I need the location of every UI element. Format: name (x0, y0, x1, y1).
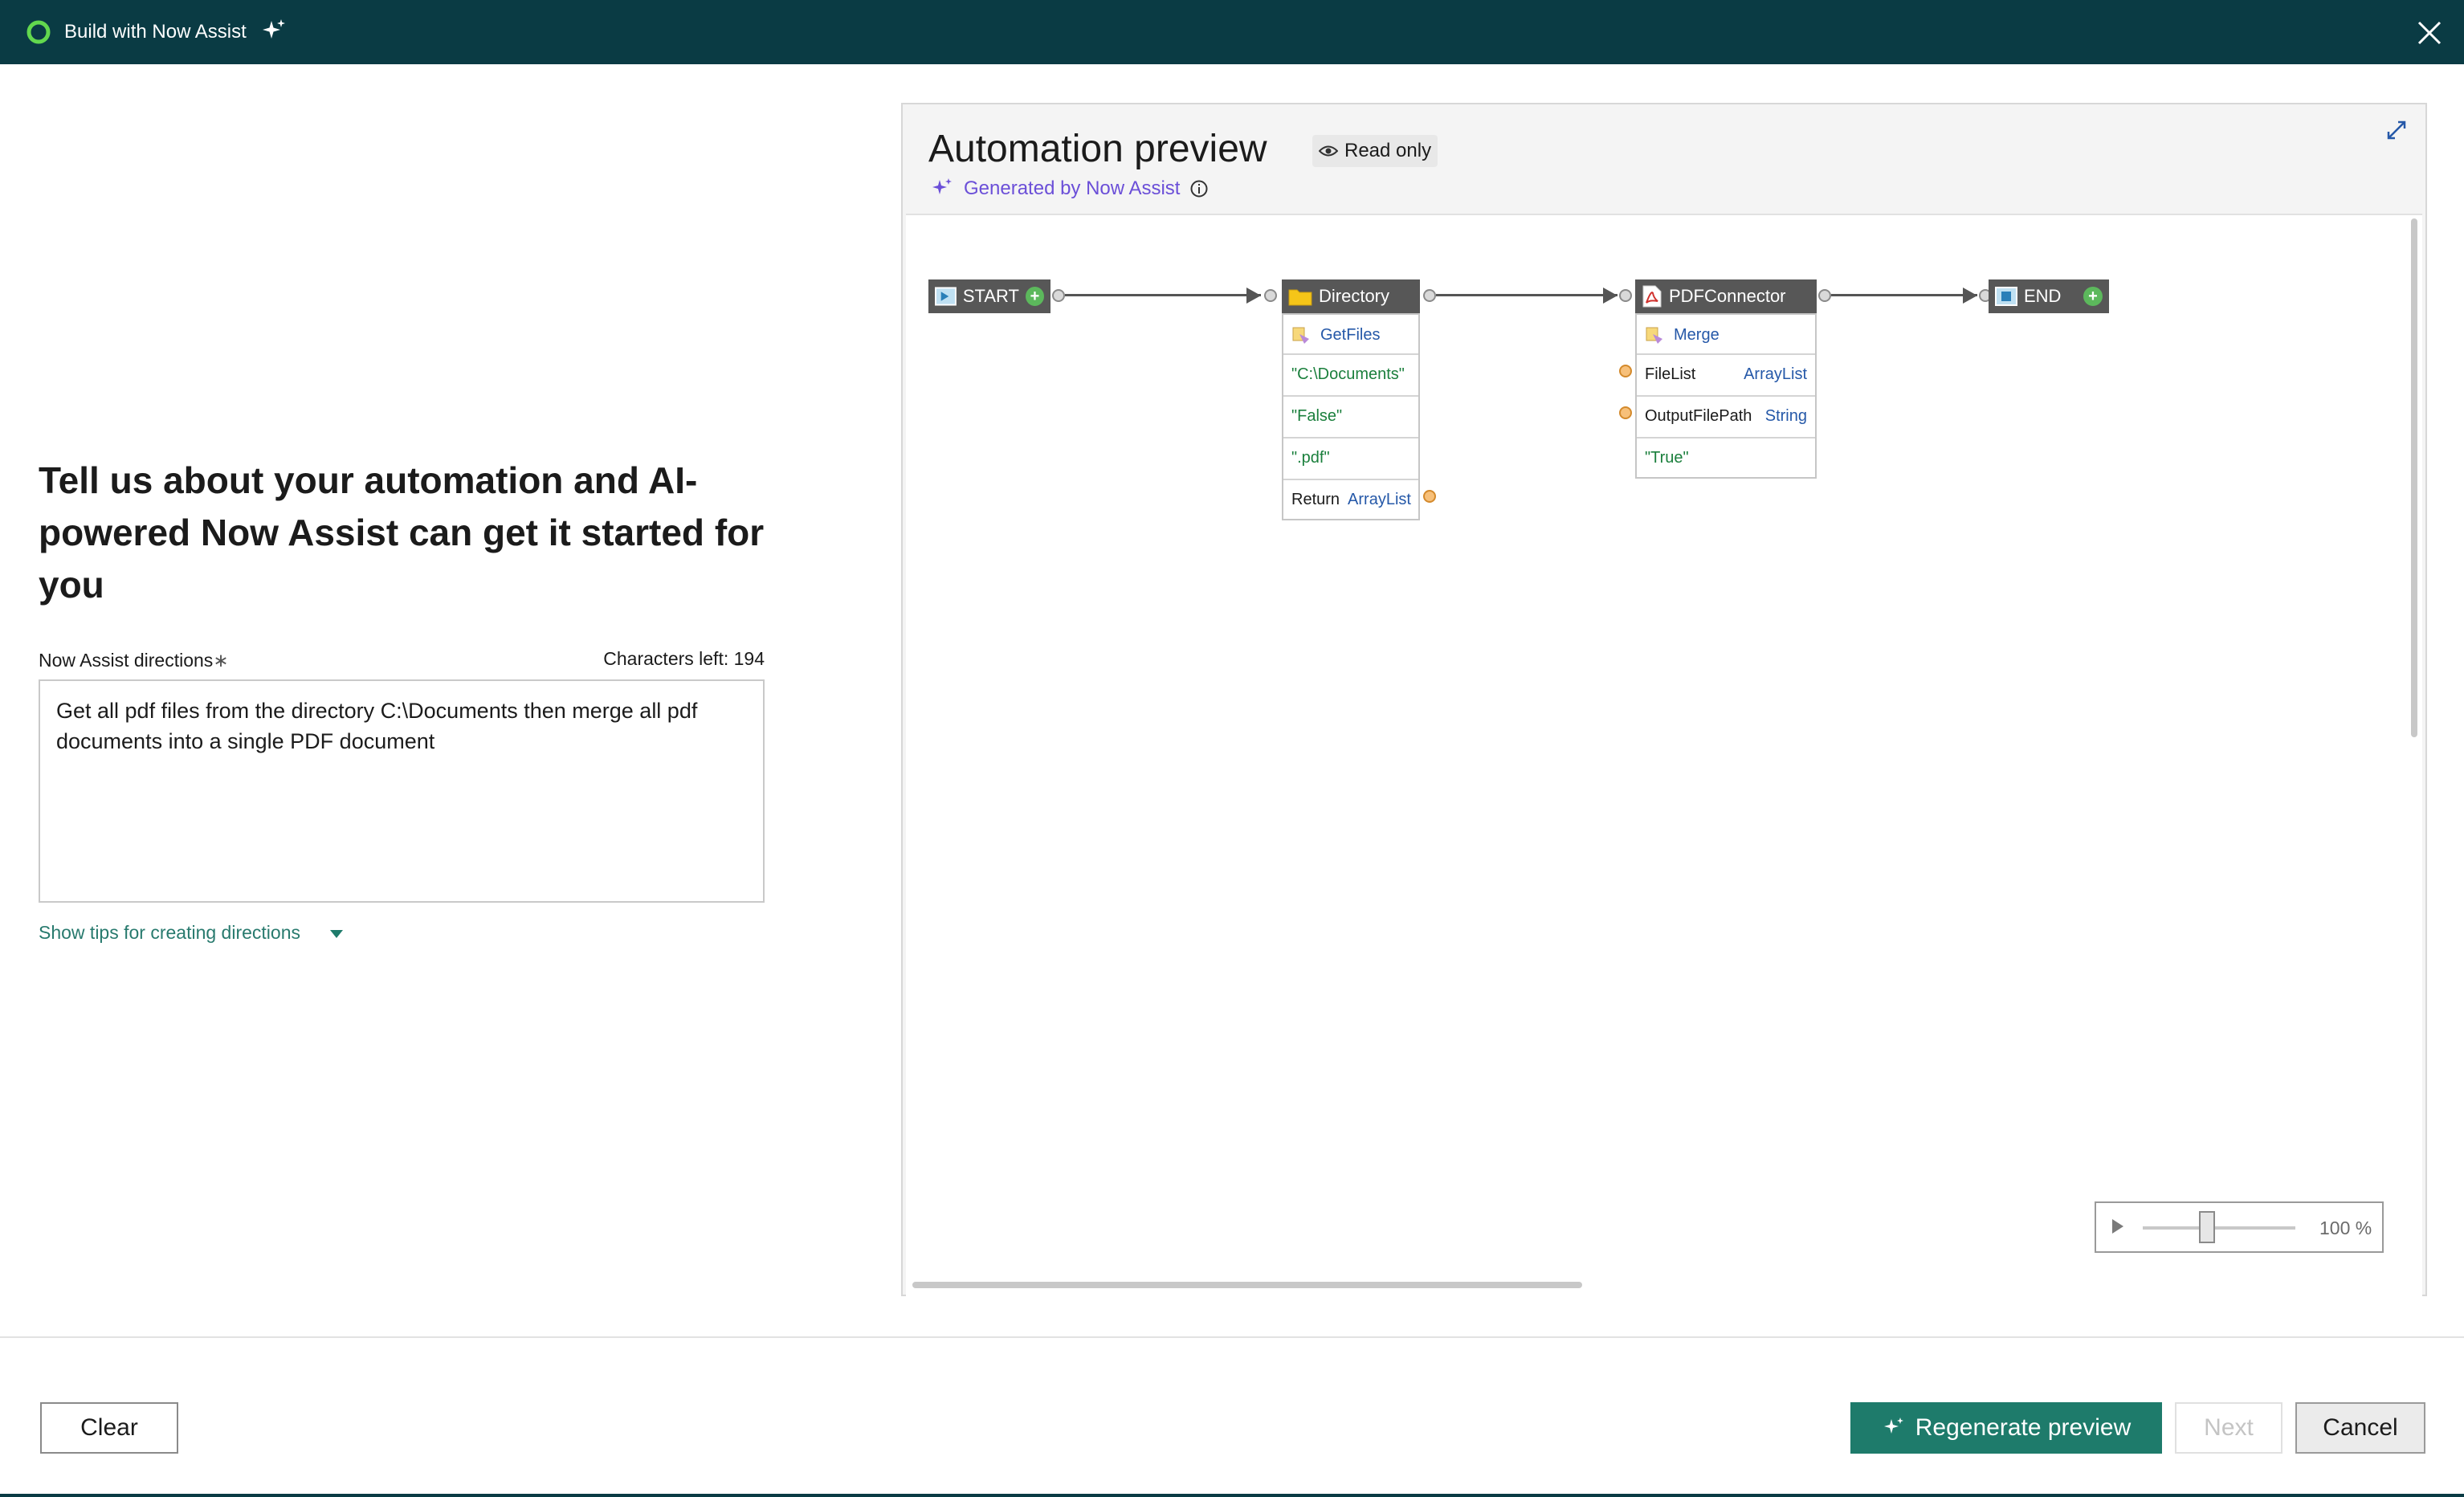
window-bottom-edge (0, 1494, 2464, 1497)
directions-label: Now Assist directions∗ (39, 647, 229, 673)
pdf-node-header[interactable]: PDFConnector (1635, 279, 1817, 313)
argument-value: "True" (1645, 448, 1689, 467)
parameter-name: OutputFilePath (1645, 406, 1752, 425)
argument-row[interactable]: "C:\Documents" (1283, 353, 1418, 394)
vertical-scrollbar[interactable] (2411, 218, 2417, 737)
directions-label-text: Now Assist directions (39, 650, 214, 671)
argument-row[interactable]: "False" (1283, 395, 1418, 435)
title-bar (0, 0, 2464, 64)
return-label: Return (1291, 490, 1340, 508)
return-row[interactable]: Return ArrayList (1283, 479, 1418, 519)
end-label: END (2024, 286, 2062, 306)
read-only-badge: Read only (1312, 135, 1438, 167)
expand-icon[interactable] (2384, 117, 2409, 143)
method-name: GetFiles (1320, 325, 1381, 344)
window-title: Build with Now Assist (64, 21, 247, 43)
show-tips-link[interactable]: Show tips for creating directions (39, 920, 300, 944)
start-icon (935, 287, 957, 306)
return-type: ArrayList (1348, 490, 1411, 508)
parameter-name: FileList (1645, 365, 1696, 383)
page-heading: Tell us about your automation and AI-pow… (39, 459, 765, 606)
output-port[interactable] (1052, 289, 1065, 302)
parameter-row[interactable]: FileList ArrayList (1637, 353, 1815, 394)
end-icon (1995, 287, 2017, 306)
pdf-title: PDFConnector (1669, 286, 1786, 306)
connector-line (1065, 294, 1261, 296)
regenerate-preview-button[interactable]: Regenerate preview (1850, 1402, 2162, 1454)
pdf-icon (1642, 285, 1662, 308)
start-label: START (962, 286, 1019, 306)
parameter-row[interactable]: OutputFilePath String (1637, 395, 1815, 435)
method-row[interactable]: GetFiles (1283, 315, 1418, 355)
start-node[interactable]: START + (928, 279, 1050, 313)
input-port[interactable] (1264, 289, 1277, 302)
method-name: Merge (1674, 325, 1719, 344)
input-port[interactable] (1619, 365, 1632, 377)
arrow-icon (1603, 288, 1618, 304)
connector-line (1831, 294, 1977, 296)
parameter-type: String (1764, 406, 1807, 425)
generated-by-label: Generated by Now Assist (964, 177, 1181, 199)
connector-line (1436, 294, 1618, 296)
output-port[interactable] (1818, 289, 1831, 302)
argument-row[interactable]: "True" (1637, 437, 1815, 477)
eye-icon (1319, 145, 1338, 157)
pdf-node-body[interactable]: Merge FileList ArrayList OutputFilePath … (1635, 313, 1817, 479)
output-port[interactable] (1423, 289, 1436, 302)
zoom-slider-thumb[interactable] (2199, 1211, 2215, 1243)
directions-input[interactable] (39, 679, 765, 903)
directory-node-body[interactable]: GetFiles "C:\Documents" "False" ".pdf" R… (1282, 313, 1420, 520)
arrow-icon (1963, 288, 1977, 304)
input-port[interactable] (1619, 289, 1632, 302)
play-icon[interactable] (2112, 1219, 2123, 1234)
footer-divider (0, 1336, 2464, 1338)
return-port[interactable] (1423, 490, 1436, 503)
directory-title: Directory (1319, 286, 1390, 306)
sparkle-icon (263, 19, 285, 39)
clear-button[interactable]: Clear (40, 1402, 178, 1454)
argument-value: "False" (1291, 406, 1343, 425)
method-icon (1646, 327, 1662, 344)
horizontal-scrollbar[interactable] (912, 1282, 1582, 1288)
argument-value: ".pdf" (1291, 448, 1330, 467)
zoom-level: 100 % (2319, 1218, 2372, 1238)
arrow-icon (1246, 288, 1261, 304)
folder-icon (1288, 289, 1312, 306)
method-row[interactable]: Merge (1637, 315, 1815, 355)
parameter-type: ArrayList (1744, 365, 1807, 383)
now-logo-icon (27, 20, 51, 44)
info-icon[interactable] (1189, 179, 1209, 198)
cancel-button[interactable]: Cancel (2295, 1402, 2425, 1454)
zoom-slider-track[interactable] (2143, 1226, 2295, 1230)
generated-by-row: Generated by Now Assist (930, 177, 1209, 201)
argument-value: "C:\Documents" (1291, 365, 1405, 383)
read-only-label: Read only (1344, 140, 1432, 161)
sparkle-icon (932, 178, 952, 194)
next-button[interactable]: Next (2175, 1402, 2282, 1454)
add-icon[interactable]: + (1025, 287, 1044, 306)
method-icon (1292, 327, 1309, 344)
argument-row[interactable]: ".pdf" (1283, 437, 1418, 477)
preview-title: Automation preview (928, 128, 1267, 170)
add-icon[interactable]: + (2083, 287, 2103, 306)
input-port[interactable] (1619, 406, 1632, 419)
chevron-down-icon[interactable] (328, 925, 345, 943)
sparkle-icon (1883, 1417, 1903, 1434)
required-mark: ∗ (213, 650, 229, 671)
close-icon[interactable] (2413, 16, 2446, 50)
regenerate-label: Regenerate preview (1915, 1414, 2132, 1441)
end-node[interactable]: END + (1989, 279, 2109, 313)
directory-node-header[interactable]: Directory (1282, 279, 1420, 313)
characters-left: Characters left: 194 (603, 648, 765, 669)
